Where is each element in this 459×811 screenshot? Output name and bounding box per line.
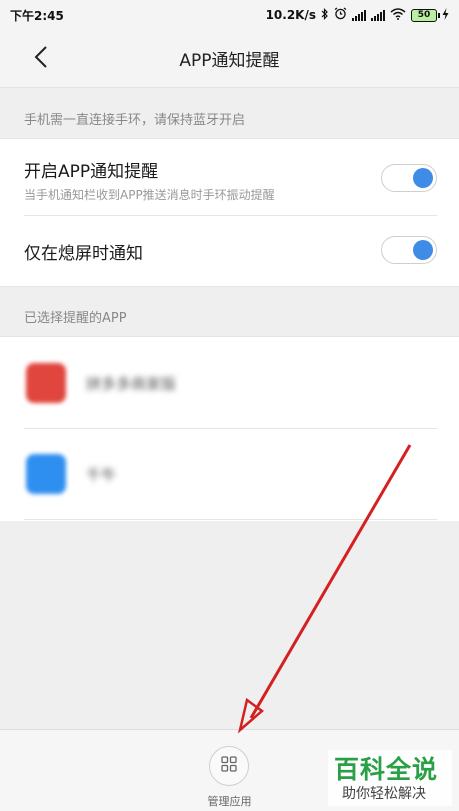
status-bar: 下午2:45 10.2K/s 50 bbox=[0, 0, 459, 30]
app-icon-pinduoduo bbox=[26, 363, 66, 403]
bluetooth-icon bbox=[321, 7, 329, 23]
divider bbox=[24, 215, 437, 216]
watermark-sub: 助你轻松解决 bbox=[342, 786, 426, 802]
app-notify-title: 开启APP通知提醒 bbox=[24, 162, 159, 182]
chevron-left-icon bbox=[34, 46, 48, 72]
signal-icon-2 bbox=[371, 9, 385, 21]
app-name: 千牛 bbox=[86, 466, 117, 484]
toggle-knob bbox=[413, 240, 433, 260]
settings-card: 开启APP通知提醒 当手机通知栏收到APP推送消息时手环振动提醒 仅在熄屏时通知 bbox=[0, 138, 459, 287]
bluetooth-hint: 手机需一直连接手环，请保持蓝牙开启 bbox=[24, 113, 246, 128]
watermark-logo: 百科全说 助你轻松解决 bbox=[328, 750, 452, 806]
screen-off-row[interactable]: 仅在熄屏时通知 bbox=[24, 239, 437, 264]
status-time: 下午2:45 bbox=[10, 8, 64, 23]
selected-apps-caption: 已选择提醒的APP bbox=[24, 311, 127, 326]
app-notify-row[interactable]: 开启APP通知提醒 当手机通知栏收到APP推送消息时手环振动提醒 bbox=[24, 157, 437, 203]
screen: 下午2:45 10.2K/s 50 APP通知提醒 手机需一直连接手环，请保持蓝… bbox=[0, 0, 459, 811]
charging-icon bbox=[442, 7, 449, 23]
battery-level: 50 bbox=[417, 10, 431, 20]
wifi-icon bbox=[390, 7, 406, 23]
battery-icon: 50 bbox=[411, 8, 440, 22]
divider bbox=[24, 519, 437, 520]
watermark-main: 百科全说 bbox=[334, 755, 439, 784]
app-notify-subtitle: 当手机通知栏收到APP推送消息时手环振动提醒 bbox=[24, 188, 275, 202]
page-header: APP通知提醒 bbox=[0, 30, 459, 88]
app-icon-qianniu bbox=[26, 454, 66, 494]
back-button[interactable] bbox=[26, 44, 56, 74]
signal-icon bbox=[352, 9, 366, 21]
screen-off-toggle[interactable] bbox=[381, 236, 437, 264]
app-notify-toggle[interactable] bbox=[381, 164, 437, 192]
divider bbox=[24, 428, 437, 429]
app-list: 拼多多商家版 千牛 bbox=[0, 336, 459, 521]
grid-icon bbox=[221, 756, 237, 776]
manage-apps-button[interactable] bbox=[209, 746, 249, 786]
network-speed: 10.2K/s bbox=[265, 8, 316, 22]
toggle-knob bbox=[413, 168, 433, 188]
app-name: 拼多多商家版 bbox=[86, 375, 177, 393]
screen-off-title: 仅在熄屏时通知 bbox=[24, 244, 143, 264]
alarm-icon bbox=[334, 7, 347, 23]
page-title: APP通知提醒 bbox=[179, 51, 280, 71]
status-indicators: 10.2K/s 50 bbox=[266, 7, 449, 23]
